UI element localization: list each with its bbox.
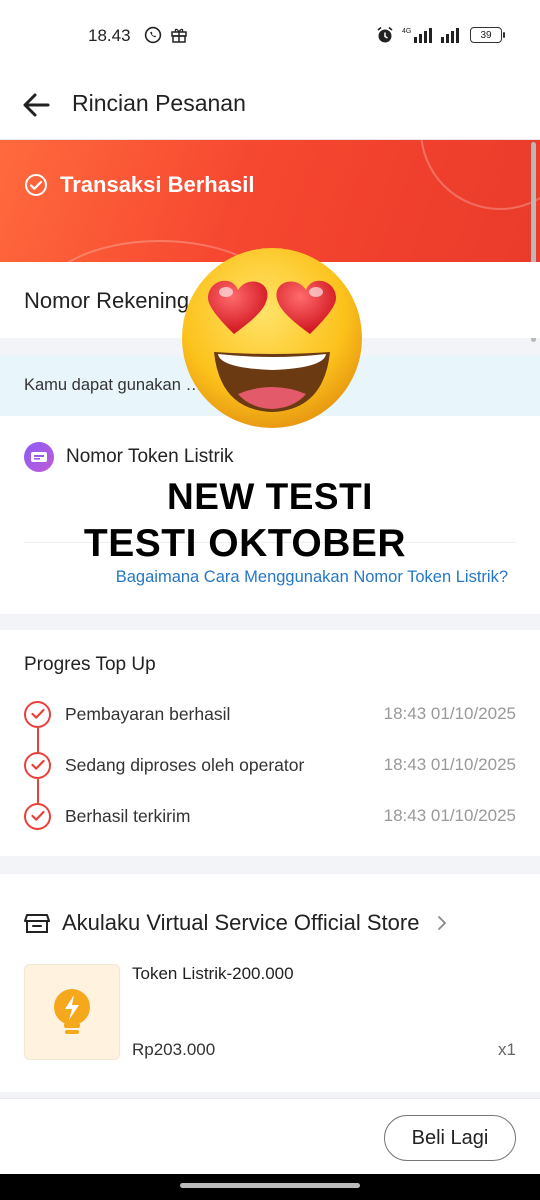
overlay-text-line2: TESTI OKTOBER: [83, 522, 407, 565]
system-navigation-bar: [0, 1174, 540, 1200]
progress-card: Progres Top Up Pembayaran berhasil 18:43…: [0, 630, 540, 856]
progress-step-label: Berhasil terkirim: [65, 805, 191, 826]
product-image[interactable]: [24, 964, 120, 1060]
gift-icon: [171, 28, 187, 43]
signal-icon: [441, 28, 459, 43]
signal-icon: 4G: [402, 28, 432, 43]
progress-title: Progres Top Up: [24, 654, 156, 675]
arrow-left-icon: [23, 93, 50, 117]
product-name: Token Listrik-200.000: [132, 964, 294, 983]
app-header: Rincian Pesanan: [0, 70, 540, 140]
product-price: Rp203.000: [132, 1040, 216, 1059]
alarm-icon: [377, 26, 393, 43]
product-quantity: x1: [498, 1040, 516, 1059]
heart-eyes-emoji: [182, 248, 362, 428]
token-help-link[interactable]: Bagaimana Cara Menggunakan Nomor Token L…: [116, 568, 508, 587]
check-icon: [24, 700, 51, 728]
progress-step: Sedang diproses oleh operator 18:43 01/1…: [24, 750, 516, 780]
transaction-status-text: Transaksi Berhasil: [60, 172, 255, 197]
store-link[interactable]: Akulaku Virtual Service Official Store: [24, 910, 447, 936]
store-card: Akulaku Virtual Service Official Store T…: [0, 874, 540, 1092]
lightbulb-icon: [54, 989, 90, 1034]
progress-step-label: Pembayaran berhasil: [65, 703, 231, 724]
check-icon: [24, 802, 51, 830]
progress-step-label: Sedang diproses oleh operator: [65, 754, 305, 775]
buy-again-button[interactable]: Beli Lagi: [384, 1115, 516, 1161]
home-gesture-bar[interactable]: [180, 1183, 360, 1188]
store-icon: [24, 914, 50, 933]
status-time: 18.43: [88, 26, 131, 45]
progress-step-time: 18:43 01/10/2025: [383, 806, 516, 825]
progress-step-time: 18:43 01/10/2025: [383, 755, 516, 774]
battery-icon: 39: [470, 27, 505, 43]
store-name: Akulaku Virtual Service Official Store: [62, 910, 420, 935]
token-title: Nomor Token Listrik: [66, 446, 234, 467]
progress-step: Pembayaran berhasil 18:43 01/10/2025: [24, 699, 516, 729]
whatsapp-icon: [144, 26, 162, 44]
overlay-text-line1: NEW TESTI: [167, 476, 373, 517]
svg-text:4G: 4G: [402, 28, 411, 35]
status-bar: 18.43 4G 39: [0, 0, 540, 70]
page-title: Rincian Pesanan: [72, 90, 246, 116]
check-icon: [24, 751, 51, 779]
back-button[interactable]: [18, 86, 56, 124]
check-circle-icon: [25, 174, 47, 196]
progress-step-time: 18:43 01/10/2025: [383, 704, 516, 723]
token-icon: [24, 442, 54, 472]
chevron-right-icon: [438, 916, 447, 930]
bottom-action-bar: Beli Lagi: [0, 1098, 540, 1174]
progress-step: Berhasil terkirim 18:43 01/10/2025: [24, 801, 516, 831]
